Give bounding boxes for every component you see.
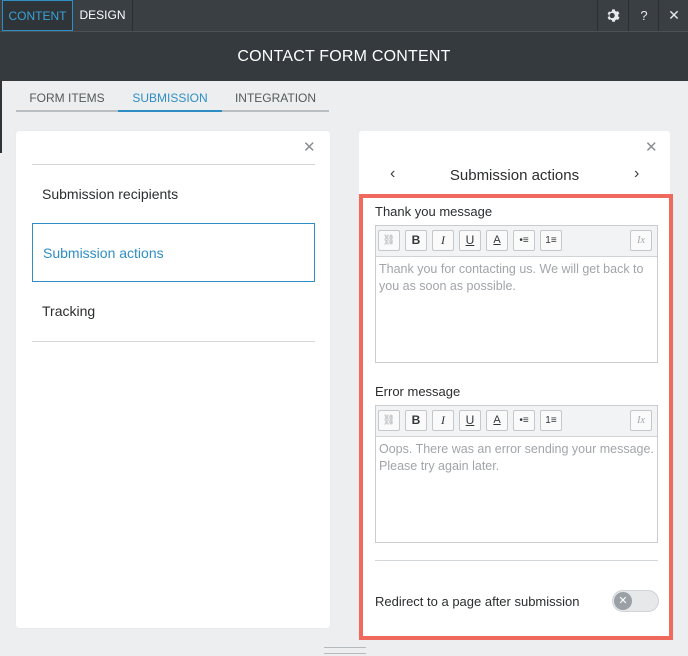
thank-you-label: Thank you message	[375, 204, 493, 219]
tab-integration[interactable]: INTEGRATION	[222, 86, 329, 110]
italic-icon[interactable]: I	[432, 230, 454, 251]
link-icon[interactable]: ⛓	[378, 230, 400, 251]
left-edge	[0, 81, 2, 153]
bold-icon[interactable]: B	[405, 410, 427, 431]
bullet-list-icon[interactable]: •≡	[513, 230, 535, 251]
help-icon[interactable]: ?	[628, 0, 659, 31]
editor-toolbar: ⛓ B I U A •≡ 1≡ Ix	[376, 226, 657, 257]
page-title: CONTACT FORM CONTENT	[237, 48, 451, 65]
tab-content[interactable]: CONTENT	[2, 0, 73, 31]
title-bar: CONTACT FORM CONTENT	[0, 31, 688, 81]
submission-menu-panel: ✕ Submission recipients Submission actio…	[16, 131, 330, 628]
tab-form-items[interactable]: FORM ITEMS	[16, 86, 118, 110]
underline-icon[interactable]: U	[459, 410, 481, 431]
error-text[interactable]: Oops. There was an error sending your me…	[376, 437, 657, 479]
list-item-tracking[interactable]: Tracking	[32, 282, 315, 341]
close-icon[interactable]: ✕	[303, 140, 316, 155]
bold-icon[interactable]: B	[405, 230, 427, 251]
submission-actions-content: Thank you message ⛓ B I U A •≡ 1≡ Ix Tha…	[359, 194, 673, 640]
error-editor[interactable]: ⛓ B I U A •≡ 1≡ Ix Oops. There was an er…	[375, 405, 658, 543]
tab-design[interactable]: DESIGN	[73, 0, 133, 31]
list-item-submission-recipients[interactable]: Submission recipients	[32, 165, 315, 224]
chevron-right-icon[interactable]: ›	[634, 165, 639, 183]
underline-icon[interactable]: U	[459, 230, 481, 251]
clear-format-icon[interactable]: Ix	[630, 230, 652, 251]
submission-actions-panel: ✕ ‹ Submission actions ›	[359, 131, 670, 195]
italic-icon[interactable]: I	[432, 410, 454, 431]
list-item-submission-actions[interactable]: Submission actions	[32, 223, 315, 282]
numbered-list-icon[interactable]: 1≡	[540, 230, 562, 251]
tab-submission[interactable]: SUBMISSION	[118, 86, 222, 112]
close-icon[interactable]: ✕	[658, 0, 688, 31]
redirect-label: Redirect to a page after submission	[375, 594, 580, 609]
clear-format-icon[interactable]: Ix	[630, 410, 652, 431]
bullet-list-icon[interactable]: •≡	[513, 410, 535, 431]
thank-you-editor[interactable]: ⛓ B I U A •≡ 1≡ Ix Thank you for contact…	[375, 225, 658, 363]
resize-handle[interactable]	[324, 647, 366, 654]
divider	[375, 560, 658, 561]
close-icon[interactable]: ✕	[645, 140, 658, 155]
sub-tabs: FORM ITEMS SUBMISSION INTEGRATION	[16, 86, 329, 112]
error-label: Error message	[375, 384, 461, 399]
editor-toolbar: ⛓ B I U A •≡ 1≡ Ix	[376, 406, 657, 437]
numbered-list-icon[interactable]: 1≡	[540, 410, 562, 431]
text-color-icon[interactable]: A	[486, 410, 508, 431]
redirect-toggle[interactable]: ✕	[612, 590, 659, 612]
text-color-icon[interactable]: A	[486, 230, 508, 251]
panel-title: Submission actions	[449, 167, 580, 184]
top-bar: CONTENT DESIGN ? ✕	[0, 0, 688, 31]
divider	[32, 341, 315, 342]
gear-icon[interactable]	[597, 0, 628, 31]
toggle-off-icon: ✕	[614, 592, 632, 610]
thank-you-text[interactable]: Thank you for contacting us. We will get…	[376, 257, 657, 299]
link-icon[interactable]: ⛓	[378, 410, 400, 431]
